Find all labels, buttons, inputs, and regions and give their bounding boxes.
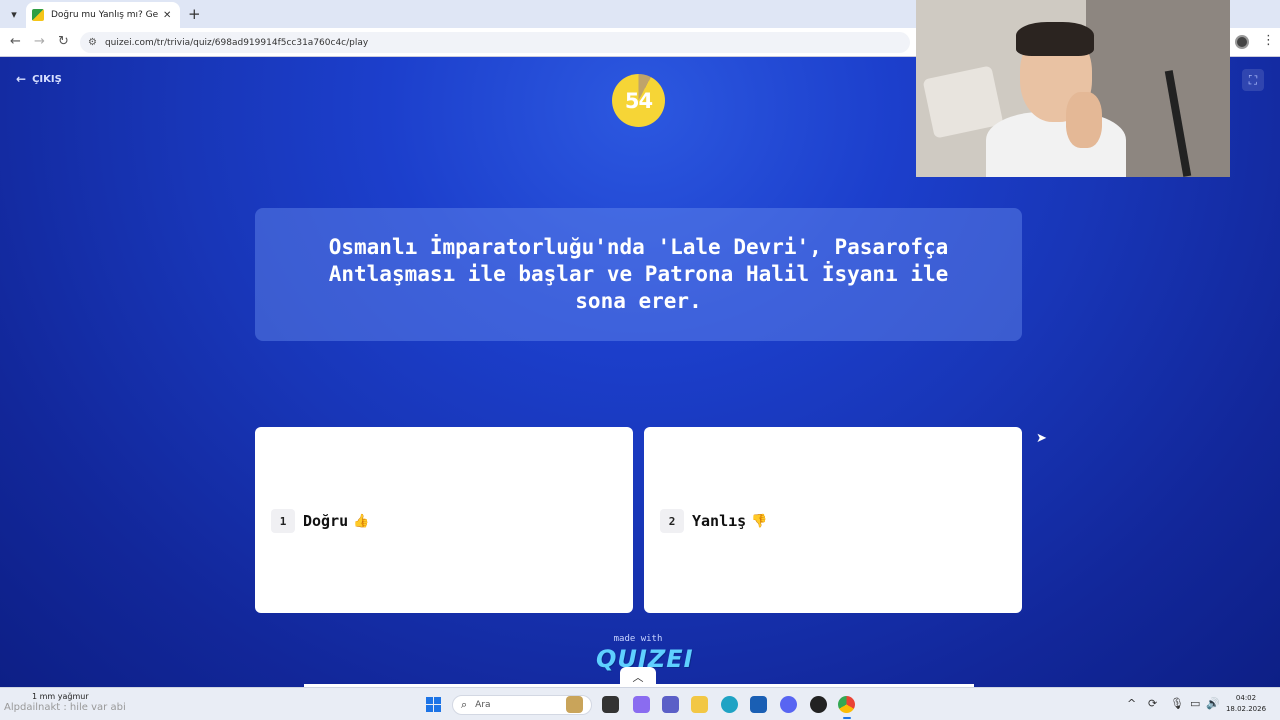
edge-icon[interactable] (721, 696, 738, 713)
new-tab-button[interactable]: + (188, 5, 201, 23)
site-settings-icon[interactable]: ⚙ (88, 37, 97, 48)
teams-icon[interactable] (662, 696, 679, 713)
back-arrow-icon: ← (16, 72, 27, 86)
url-field[interactable]: ⚙ quizei.com/tr/trivia/quiz/698ad919914f… (80, 32, 910, 53)
tray-chevron-up-icon[interactable]: ^ (1127, 697, 1136, 710)
countdown-timer: 54 (612, 74, 665, 127)
file-explorer-icon[interactable] (691, 696, 708, 713)
windows-start-icon[interactable] (426, 697, 441, 712)
forward-arrow-icon[interactable]: → (34, 34, 45, 49)
weather-widget[interactable]: 1 mm yağmur Alpdailnakt : hile var abi (4, 692, 126, 714)
widgets-icon[interactable] (566, 696, 583, 713)
weather-desc: Alpdailnakt : hile var abi (4, 702, 126, 713)
menu-kebab-icon[interactable]: ⋮ (1262, 33, 1275, 48)
answer-label: Doğru (303, 512, 349, 530)
tab-close-icon[interactable]: ✕ (163, 10, 171, 21)
tab-search-menu-icon[interactable]: ▾ (6, 6, 22, 22)
network-icon[interactable]: ▭ (1190, 697, 1200, 710)
system-clock[interactable]: 04:02 18.02.2026 (1220, 693, 1272, 715)
exit-label: ÇIKIŞ (32, 73, 62, 85)
microphone-icon[interactable]: 🎙 (1170, 697, 1184, 710)
clock-time: 04:02 (1235, 694, 1257, 702)
answer-label: Yanlış (692, 512, 747, 530)
favicon-icon (32, 9, 44, 21)
clock-date: 18.02.2026 (1225, 705, 1267, 713)
question-card: Osmanlı İmparatorluğu'nda 'Lale Devri', … (255, 208, 1022, 341)
thumbs-up-icon: 👍 (353, 513, 370, 529)
webcam-overlay (916, 0, 1230, 177)
windows-taskbar: 1 mm yağmur Alpdailnakt : hile var abi ⌕… (0, 687, 1280, 720)
exit-button[interactable]: ← ÇIKIŞ (16, 72, 62, 86)
search-icon: ⌕ (461, 698, 468, 711)
weather-temp: 1 mm yağmur (32, 692, 89, 701)
copilot-icon[interactable] (633, 696, 650, 713)
answer-option-false[interactable]: 2 Yanlış 👎 (644, 427, 1022, 613)
search-placeholder: Ara (475, 700, 491, 710)
fullscreen-icon[interactable]: ⛶ (1242, 69, 1264, 91)
thumbs-down-icon: 👎 (751, 513, 768, 529)
tab-title: Doğru mu Yanlış mı? Genel Kül (51, 10, 159, 20)
reload-icon[interactable]: ↻ (58, 34, 69, 49)
sync-icon[interactable]: ⟳ (1148, 697, 1157, 710)
volume-icon[interactable]: 🔊 (1206, 697, 1220, 710)
browser-tab-active[interactable]: Doğru mu Yanlış mı? Genel Kül ✕ (26, 2, 180, 28)
answer-option-true[interactable]: 1 Doğru 👍 (255, 427, 633, 613)
discord-icon[interactable] (780, 696, 797, 713)
answer-key: 1 (271, 509, 295, 533)
back-arrow-icon[interactable]: ← (10, 34, 21, 49)
webcam-person-hand (1066, 92, 1102, 148)
store-icon[interactable] (750, 696, 767, 713)
active-app-indicator (843, 717, 851, 719)
answer-key: 2 (660, 509, 684, 533)
mouse-cursor-icon: ➤ (1036, 431, 1047, 446)
obs-icon[interactable] (810, 696, 827, 713)
url-text: quizei.com/tr/trivia/quiz/698ad919914f5c… (104, 37, 369, 48)
question-text: Osmanlı İmparatorluğu'nda 'Lale Devri', … (328, 235, 949, 313)
webcam-person-hair (1016, 22, 1094, 56)
chrome-icon[interactable] (838, 696, 855, 713)
task-view-icon[interactable] (602, 696, 619, 713)
profile-icon[interactable] (1235, 35, 1249, 49)
timer-value: 54 (624, 88, 653, 113)
made-with-label: made with (613, 634, 663, 644)
